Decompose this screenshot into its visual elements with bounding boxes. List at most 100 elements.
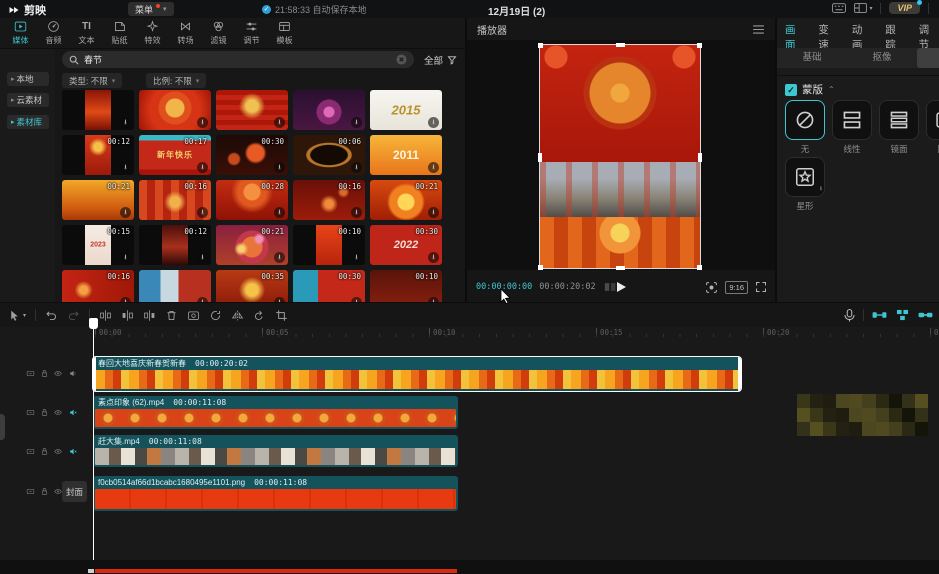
timeline-clip-2[interactable]: 素点印象 (62).mp4 00:00:11:08 [93,396,458,429]
download-icon[interactable]: ⭳ [428,162,439,173]
mask-option-circle[interactable] [926,100,939,140]
record-audio-icon[interactable] [844,309,855,322]
track-type-icon[interactable] [26,487,35,496]
library-item[interactable]: ⭳ [293,90,365,130]
search-bar[interactable] [62,51,414,68]
library-item[interactable]: 00:12 ⭳ [139,225,211,265]
download-icon[interactable]: ⭳ [428,297,439,302]
resize-handle[interactable] [538,43,543,48]
sidebar-item-material-library[interactable]: ▸ 素材库 [7,115,49,129]
tab-text[interactable]: TI 文本 [70,18,103,48]
mirror-icon[interactable] [231,309,244,322]
redo-icon[interactable] [67,309,80,322]
library-item[interactable]: 00:16 ⭳ [62,270,134,302]
linkage-icon[interactable] [918,309,933,321]
library-item[interactable]: ⭳ [62,90,134,130]
download-icon[interactable]: ⭳ [197,252,208,263]
download-icon[interactable]: ⭳ [274,252,285,263]
library-item[interactable]: 00:28 ⭳ [216,180,288,220]
resize-handle[interactable] [698,153,702,162]
cursor-tool[interactable]: ▾ [8,309,26,322]
delete-icon[interactable] [165,309,178,322]
preview-video[interactable] [540,45,700,268]
mask-checkbox[interactable]: ✓ [785,84,797,96]
visibility-icon[interactable] [53,408,63,417]
cover-button[interactable]: 封面 [62,481,87,502]
lock-icon[interactable] [40,369,49,378]
timeline-clip-1[interactable]: 春回大地喜庆新春贺新春 00:00:20:02 [93,357,741,391]
split-icon[interactable] [99,309,112,322]
library-item[interactable]: 00:21 ⭳ [216,225,288,265]
lock-icon[interactable] [40,487,49,496]
library-item[interactable]: 2022 00:30 ⭳ [370,225,442,265]
visibility-icon[interactable] [53,447,63,456]
timeline-clip-3[interactable]: 赶大集.mp4 00:00:11:08 [93,435,458,467]
auto-snap-icon[interactable] [895,309,910,321]
tab-filter[interactable]: 滤镜 [202,18,235,48]
player-menu-icon[interactable] [752,25,765,34]
all-filter-button[interactable]: 全部 [424,53,457,67]
mute-icon[interactable] [68,408,78,417]
download-icon[interactable]: ⭳ [428,207,439,218]
library-item[interactable]: 2015 ⭳ [370,90,442,130]
resize-handle[interactable] [616,266,625,270]
library-item[interactable]: 2023 00:15 ⭳ [62,225,134,265]
library-item[interactable]: 00:16 ⭳ [293,180,365,220]
track-type-icon[interactable] [26,447,35,456]
tab-template[interactable]: 模板 [268,18,301,48]
mute-icon[interactable] [68,447,78,456]
library-item[interactable]: 00:10 ⭳ [370,270,442,302]
mask-option-linear[interactable] [832,100,872,140]
sidebar-item-local[interactable]: ▸ 本地 [7,72,49,86]
main-track-magnet-icon[interactable] [872,309,887,321]
mask-option-none[interactable] [785,100,825,140]
shortcut-keyboard-icon[interactable] [832,3,846,13]
library-item[interactable]: 00:16 ⭳ [139,180,211,220]
tab-effects[interactable]: 特效 [136,18,169,48]
reverse-icon[interactable] [209,309,222,322]
download-icon[interactable]: ⭳ [197,117,208,128]
layout-switch-icon[interactable]: ▾ [854,3,872,13]
download-icon[interactable]: ⭳ [120,162,131,173]
track-type-icon[interactable] [26,369,35,378]
delete-left-icon[interactable] [121,309,134,322]
download-icon[interactable]: ⭳ [351,252,362,263]
fit-preview-icon[interactable] [705,281,718,294]
library-item[interactable]: ⭳ [216,90,288,130]
delete-right-icon[interactable] [143,309,156,322]
search-input[interactable] [84,55,391,65]
download-icon[interactable]: ⭳ [120,117,131,128]
ratio-filter-dropdown[interactable]: 比例: 不限 ▾ [146,73,206,88]
mask-option-star[interactable]: ⭳ [785,157,825,197]
library-item[interactable]: 00:21 ⭳ [370,180,442,220]
library-item[interactable]: 2011 ⭳ [370,135,442,175]
library-item[interactable]: 新年快乐 00:17 ⭳ [139,135,211,175]
timeline-ruler[interactable]: 00:00 00:05 00:10 00:15 00:20 00:25 [0,327,939,340]
playhead-handle[interactable] [89,318,98,329]
tab-adjust[interactable]: 调节 [235,18,268,48]
panel-collapse-handle[interactable] [0,414,5,440]
aspect-ratio-selector[interactable]: 9:16 [725,281,748,294]
tab-transition[interactable]: 转场 [169,18,202,48]
library-item[interactable]: 00:10 ⭳ [293,225,365,265]
play-button[interactable] [616,281,627,293]
download-icon[interactable]: ⭳ [428,117,439,128]
mask-option-mirror[interactable] [879,100,919,140]
visibility-icon[interactable] [53,369,63,378]
rotate-icon[interactable] [253,309,266,322]
subtab-cutout[interactable]: 抠像 [847,48,917,68]
type-filter-dropdown[interactable]: 类型: 不限 ▾ [62,73,122,88]
timeline-clip-4[interactable]: f0cb0514af66d1bcabc1680495e1101.png 00:0… [93,476,458,511]
download-icon[interactable]: ⭳ [197,297,208,302]
download-icon[interactable]: ⭳ [120,297,131,302]
download-icon[interactable]: ⭳ [120,207,131,218]
freeze-frame-icon[interactable] [187,309,200,322]
subtab-mask[interactable]: 蒙版 [917,48,939,68]
undo-icon[interactable] [45,309,58,322]
download-icon[interactable]: ⭳ [351,207,362,218]
crop-icon[interactable] [275,309,288,322]
library-item[interactable]: 00:12 ⭳ [62,135,134,175]
mute-icon[interactable] [68,369,78,378]
resize-handle[interactable] [538,265,543,270]
download-icon[interactable]: ⭳ [120,252,131,263]
